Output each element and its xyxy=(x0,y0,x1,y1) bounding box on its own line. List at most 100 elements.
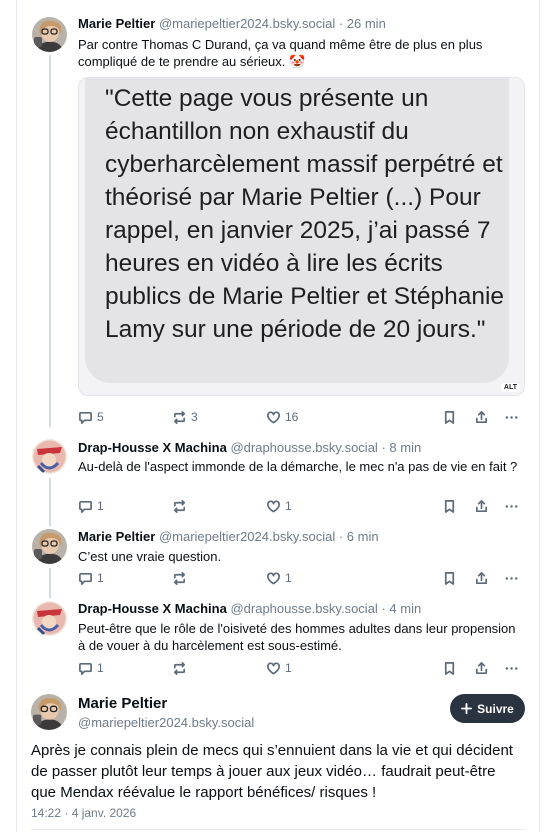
reply-button[interactable]: 1 xyxy=(78,569,104,587)
image-bubble: "Cette page vous présente un échantillon… xyxy=(85,78,509,383)
post-actions: 1 1 xyxy=(78,659,523,677)
reply-count: 1 xyxy=(97,499,104,513)
repost-button[interactable]: 3 xyxy=(172,408,198,426)
alt-badge[interactable]: ALT xyxy=(500,383,520,392)
reply-button[interactable]: 1 xyxy=(78,659,104,677)
author-name[interactable]: Marie Peltier xyxy=(78,16,155,31)
main-avatar[interactable] xyxy=(31,694,67,730)
avatar[interactable] xyxy=(32,17,67,52)
avatar[interactable] xyxy=(32,439,67,474)
more-icon xyxy=(505,415,518,419)
post-header: Marie Peltier @mariepeltier2024.bsky.soc… xyxy=(78,16,386,31)
bookmark-icon xyxy=(444,571,455,585)
post-time[interactable]: · 4 min xyxy=(381,601,421,616)
post-text: Par contre Thomas C Durand, ça va quand … xyxy=(78,37,483,69)
share-button[interactable] xyxy=(474,569,489,587)
author-handle[interactable]: @draphousse.bsky.social xyxy=(230,601,377,616)
author-name[interactable]: Drap-Housse X Machina xyxy=(78,440,227,455)
repost-button[interactable] xyxy=(172,659,191,677)
share-icon xyxy=(475,410,488,423)
share-button[interactable] xyxy=(474,659,489,677)
post-header: Drap-Housse X Machina @draphousse.bsky.s… xyxy=(78,601,421,616)
repost-icon xyxy=(173,499,186,513)
post-item[interactable]: Marie Peltier @mariepeltier2024.bsky.soc… xyxy=(0,0,553,432)
share-icon xyxy=(475,571,488,584)
repost-count: 3 xyxy=(191,410,198,424)
like-button[interactable]: 16 xyxy=(266,408,298,426)
post-actions: 5 3 16 xyxy=(78,408,523,426)
bookmark-button[interactable] xyxy=(442,659,457,677)
repost-button[interactable] xyxy=(172,497,191,515)
post-item[interactable]: Marie Peltier @mariepeltier2024.bsky.soc… xyxy=(0,522,553,594)
bookmark-button[interactable] xyxy=(442,497,457,515)
main-post-date[interactable]: 14:22 · 4 janv. 2026 xyxy=(31,806,136,820)
like-button[interactable]: 1 xyxy=(266,659,292,677)
main-author-name[interactable]: Marie Peltier xyxy=(78,695,167,712)
like-button[interactable]: 1 xyxy=(266,569,292,587)
avatar[interactable] xyxy=(32,601,67,636)
more-icon xyxy=(505,576,518,580)
post-text: Peut-être que le rôle de l'oisiveté des … xyxy=(78,621,516,653)
like-icon xyxy=(267,410,280,423)
reply-button[interactable]: 5 xyxy=(78,408,104,426)
like-icon xyxy=(267,571,280,584)
bookmark-icon xyxy=(444,499,455,513)
reply-icon xyxy=(79,500,92,513)
post-time[interactable]: · 6 min xyxy=(339,529,379,544)
post-item[interactable]: Drap-Housse X Machina @draphousse.bsky.s… xyxy=(0,432,553,522)
share-icon xyxy=(475,499,488,512)
post-text: Au-delà de l'aspect immonde de la démarc… xyxy=(78,459,518,474)
bookmark-button[interactable] xyxy=(442,569,457,587)
author-handle[interactable]: @mariepeltier2024.bsky.social xyxy=(159,529,335,544)
reply-count: 5 xyxy=(97,410,104,424)
main-author-handle[interactable]: @mariepeltier2024.bsky.social xyxy=(78,715,254,730)
avatar[interactable] xyxy=(32,529,67,564)
post-item[interactable]: Drap-Housse X Machina @draphousse.bsky.s… xyxy=(0,594,553,686)
repost-icon xyxy=(173,410,186,424)
share-icon xyxy=(475,661,488,674)
repost-button[interactable] xyxy=(172,569,191,587)
reply-button[interactable]: 1 xyxy=(78,497,104,515)
author-name[interactable]: Marie Peltier xyxy=(78,529,155,544)
reply-icon xyxy=(79,662,92,675)
post-text: C’est une vraie question. xyxy=(78,549,222,564)
post-header: Marie Peltier @mariepeltier2024.bsky.soc… xyxy=(78,529,379,544)
more-button[interactable] xyxy=(504,497,519,515)
follow-button[interactable]: Suivre xyxy=(450,694,525,723)
reply-icon xyxy=(79,572,92,585)
repost-icon xyxy=(173,571,186,585)
follow-label: Suivre xyxy=(477,701,514,716)
quoted-image[interactable]: "Cette page vous présente un échantillon… xyxy=(78,77,525,396)
author-handle[interactable]: @mariepeltier2024.bsky.social xyxy=(159,16,335,31)
author-name[interactable]: Drap-Housse X Machina xyxy=(78,601,227,616)
more-button[interactable] xyxy=(504,659,519,677)
main-post-text: Après je connais plein de mecs qui s’enn… xyxy=(31,742,513,801)
like-count: 1 xyxy=(285,499,292,513)
author-handle[interactable]: @draphousse.bsky.social xyxy=(230,440,377,455)
bookmark-icon xyxy=(444,410,455,424)
image-text: "Cette page vous présente un échantillon… xyxy=(105,85,505,343)
reply-count: 1 xyxy=(97,661,104,675)
post-actions: 1 1 xyxy=(78,569,523,587)
like-icon xyxy=(267,499,280,512)
repost-icon xyxy=(173,661,186,675)
post-header: Drap-Housse X Machina @draphousse.bsky.s… xyxy=(78,440,421,455)
share-button[interactable] xyxy=(474,497,489,515)
like-count: 16 xyxy=(285,410,299,424)
like-button[interactable]: 1 xyxy=(266,497,292,515)
post-time[interactable]: · 8 min xyxy=(381,440,421,455)
share-button[interactable] xyxy=(474,408,489,426)
like-count: 1 xyxy=(285,571,292,585)
more-button[interactable] xyxy=(504,408,519,426)
post-actions: 1 1 xyxy=(78,497,523,515)
like-icon xyxy=(267,661,280,674)
more-button[interactable] xyxy=(504,569,519,587)
post-time[interactable]: · 26 min xyxy=(339,16,386,31)
reply-icon xyxy=(79,411,92,424)
more-icon xyxy=(505,666,518,670)
bookmark-icon xyxy=(444,661,455,675)
plus-icon xyxy=(461,703,473,714)
like-count: 1 xyxy=(285,661,292,675)
more-icon xyxy=(505,504,518,508)
bookmark-button[interactable] xyxy=(442,408,457,426)
